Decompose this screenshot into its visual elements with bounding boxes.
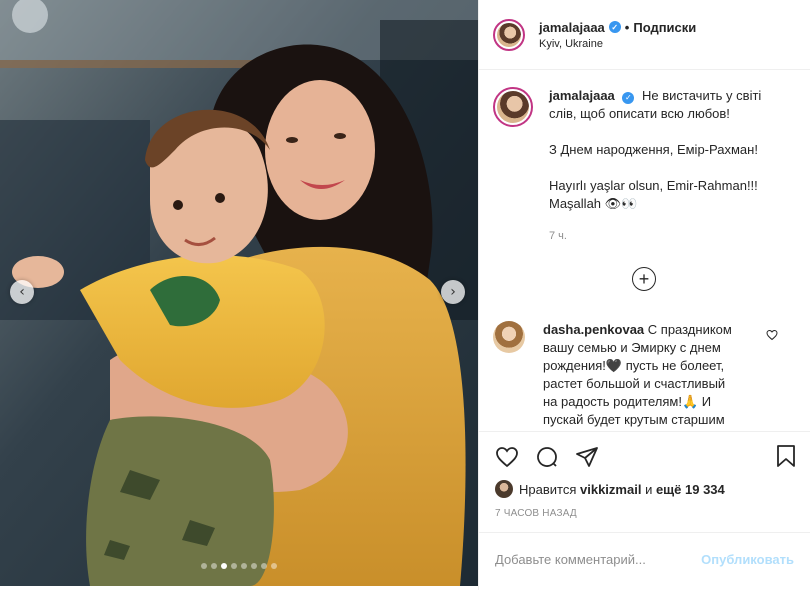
post-side-panel: jamalajaaa ✓ • Подписки Kyiv, Ukraine ja… — [478, 0, 810, 590]
carousel-indicator — [0, 563, 478, 569]
carousel-dot — [241, 563, 247, 569]
follow-button[interactable]: Подписки — [633, 20, 696, 35]
comment-item: dasha.penkovaa С праздником вашу семью и… — [493, 321, 796, 429]
carousel-prev-button[interactable]: ‹ — [10, 280, 34, 304]
comment-text: С праздником вашу семью и Эмирку с днем … — [543, 322, 732, 427]
separator: • — [624, 19, 630, 35]
caption-line-3: Hayırlı yaşlar olsun, Emir-Rahman!!! Maş… — [549, 178, 758, 211]
load-more-comments-button[interactable]: + — [632, 267, 656, 291]
likes-user[interactable]: vikkizmail — [580, 482, 641, 497]
comment-button[interactable] — [535, 445, 559, 469]
save-button[interactable] — [774, 444, 798, 473]
verified-icon: ✓ — [608, 21, 621, 33]
caption: jamalajaaa ✓ Не вистачить у світі слів, … — [479, 71, 810, 245]
heart-icon — [496, 446, 518, 467]
like-button[interactable] — [495, 445, 519, 469]
bookmark-icon — [777, 445, 795, 467]
action-bar — [479, 431, 810, 481]
likes-count[interactable]: ещё 19 334 — [656, 482, 725, 497]
avatar[interactable] — [493, 87, 533, 127]
comments-list[interactable]: jamalajaaa ✓ Не вистачить у світі слів, … — [479, 71, 810, 431]
carousel-dot — [251, 563, 257, 569]
carousel-dot — [271, 563, 277, 569]
verified-icon: ✓ — [622, 92, 635, 104]
location-link[interactable]: Kyiv, Ukraine — [539, 38, 696, 50]
chevron-right-icon: › — [450, 284, 456, 300]
avatar[interactable] — [493, 18, 525, 51]
comment-input[interactable] — [495, 552, 702, 567]
avatar — [495, 480, 513, 498]
caption-username[interactable]: jamalajaaa — [549, 88, 615, 103]
comment-username[interactable]: dasha.penkovaa — [543, 322, 644, 337]
carousel-next-button[interactable]: › — [441, 280, 465, 304]
likes-middle: и — [645, 481, 653, 497]
carousel-dot — [261, 563, 267, 569]
post-header: jamalajaaa ✓ • Подписки Kyiv, Ukraine — [479, 0, 810, 70]
plus-icon: + — [638, 268, 650, 289]
chevron-left-icon: ‹ — [19, 284, 25, 300]
publish-button[interactable]: Опубликовать — [701, 552, 794, 567]
likes-prefix: Нравится — [519, 481, 577, 497]
avatar[interactable] — [493, 321, 525, 353]
add-comment-bar: Опубликовать — [479, 532, 810, 586]
photo-scene — [0, 0, 478, 586]
likes-summary[interactable]: Нравится vikkizmail и ещё 19 334 — [495, 480, 725, 498]
heart-icon[interactable] — [766, 329, 778, 341]
caption-line-2: З Днем народження, Емір-Рахман! — [549, 142, 758, 157]
carousel-dot — [201, 563, 207, 569]
comment-icon — [537, 446, 557, 467]
carousel-dot — [221, 563, 227, 569]
caption-time[interactable]: 7 ч. — [549, 227, 779, 245]
share-icon — [576, 446, 598, 467]
post-photo[interactable]: ‹ › — [0, 0, 478, 586]
post-viewer: ‹ › jamalajaaa ✓ • Подписки Kyiv, Ukrain… — [0, 0, 810, 590]
share-button[interactable] — [575, 445, 599, 469]
post-timestamp[interactable]: 7 ЧАСОВ НАЗАД — [495, 508, 577, 519]
carousel-dot — [211, 563, 217, 569]
username-link[interactable]: jamalajaaa — [539, 20, 605, 35]
carousel-dot — [231, 563, 237, 569]
